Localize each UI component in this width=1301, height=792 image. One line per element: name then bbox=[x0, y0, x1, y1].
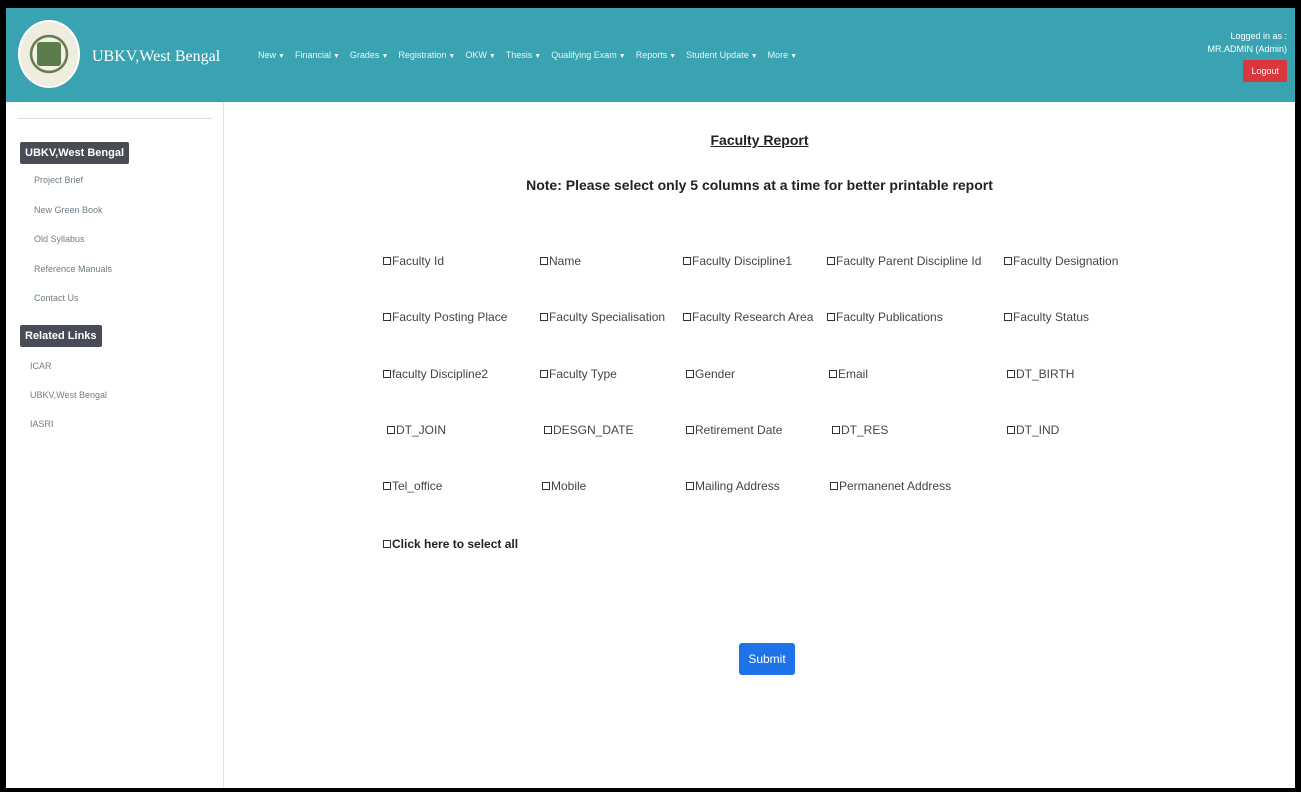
nav-new[interactable]: New ▼ bbox=[258, 50, 285, 60]
option-faculty-research-area[interactable]: Faculty Research Area bbox=[683, 310, 813, 324]
nav-reports[interactable]: Reports ▼ bbox=[636, 50, 676, 60]
checkbox[interactable] bbox=[686, 426, 694, 434]
checkbox[interactable] bbox=[1007, 426, 1015, 434]
sidebar-heading-related-links: Related Links bbox=[20, 325, 102, 347]
sidebar-link-icar[interactable]: ICAR bbox=[30, 361, 52, 371]
checkbox[interactable] bbox=[683, 313, 691, 321]
option-faculty-status[interactable]: Faculty Status bbox=[1004, 310, 1089, 324]
sidebar-link-new-green-book[interactable]: New Green Book bbox=[34, 205, 103, 215]
checkbox[interactable] bbox=[686, 482, 694, 490]
caret-down-icon: ▼ bbox=[332, 53, 340, 60]
brand-name[interactable]: UBKV,West Bengal bbox=[92, 48, 220, 66]
caret-down-icon: ▼ bbox=[278, 53, 285, 60]
logged-in-label: Logged in as : bbox=[1230, 31, 1287, 41]
checkbox[interactable] bbox=[1007, 370, 1015, 378]
option-faculty-specialisation[interactable]: Faculty Specialisation bbox=[540, 310, 665, 324]
checkbox[interactable] bbox=[829, 370, 837, 378]
checkbox[interactable] bbox=[683, 257, 691, 265]
option-permanenet-address[interactable]: Permanenet Address bbox=[830, 479, 951, 493]
sidebar-divider bbox=[18, 118, 212, 119]
checkbox[interactable] bbox=[540, 257, 548, 265]
option-faculty-discipline2[interactable]: faculty Discipline2 bbox=[383, 367, 488, 381]
main-content: Faculty Report Note: Please select only … bbox=[224, 102, 1295, 788]
sidebar-link-project-brief[interactable]: Project Brief bbox=[34, 175, 83, 185]
caret-down-icon: ▼ bbox=[448, 53, 456, 60]
university-logo-icon bbox=[18, 20, 80, 88]
checkbox[interactable] bbox=[544, 426, 552, 434]
option-mobile[interactable]: Mobile bbox=[542, 479, 586, 493]
option-faculty-publications[interactable]: Faculty Publications bbox=[827, 310, 943, 324]
caret-down-icon: ▼ bbox=[488, 53, 496, 60]
option-dt-res[interactable]: DT_RES bbox=[832, 423, 888, 437]
checkbox[interactable] bbox=[540, 370, 548, 378]
checkbox[interactable] bbox=[383, 370, 391, 378]
checkbox[interactable] bbox=[383, 313, 391, 321]
option-faculty-parent-discipline-id[interactable]: Faculty Parent Discipline Id bbox=[827, 254, 981, 268]
nav-okw[interactable]: OKW ▼ bbox=[465, 50, 495, 60]
checkbox[interactable] bbox=[686, 370, 694, 378]
checkbox[interactable] bbox=[832, 426, 840, 434]
checkbox[interactable] bbox=[383, 257, 391, 265]
option-faculty-type[interactable]: Faculty Type bbox=[540, 367, 617, 381]
nav-financial[interactable]: Financial ▼ bbox=[295, 50, 340, 60]
caret-down-icon: ▼ bbox=[790, 53, 798, 60]
login-info: Logged in as : MR.ADMIN (Admin) Logout bbox=[1207, 30, 1287, 82]
checkbox[interactable] bbox=[387, 426, 395, 434]
sidebar-link-old-syllabus[interactable]: Old Syllabus bbox=[34, 234, 85, 244]
logout-button[interactable]: Logout bbox=[1243, 60, 1287, 82]
caret-down-icon: ▼ bbox=[618, 53, 626, 60]
main-nav: New ▼ Financial ▼ Grades ▼ Registration ▼ OK… bbox=[258, 50, 797, 60]
user-name: MR.ADMIN (Admin) bbox=[1207, 44, 1287, 54]
caret-down-icon: ▼ bbox=[534, 53, 542, 60]
caret-down-icon: ▼ bbox=[750, 53, 758, 60]
app-window: UBKV,West Bengal New ▼ Financial ▼ Grades ▼… bbox=[6, 8, 1295, 788]
option-dt-ind[interactable]: DT_IND bbox=[1007, 423, 1059, 437]
sidebar-link-iasri[interactable]: IASRI bbox=[30, 419, 54, 429]
option-desgn-date[interactable]: DESGN_DATE bbox=[544, 423, 633, 437]
checkbox[interactable] bbox=[827, 257, 835, 265]
select-all-option[interactable]: Click here to select all bbox=[383, 537, 518, 551]
nav-registration[interactable]: Registration ▼ bbox=[398, 50, 455, 60]
option-gender[interactable]: Gender bbox=[686, 367, 735, 381]
checkbox[interactable] bbox=[830, 482, 838, 490]
option-mailing-address[interactable]: Mailing Address bbox=[686, 479, 780, 493]
caret-down-icon: ▼ bbox=[381, 53, 389, 60]
sidebar-heading-ubkv: UBKV,West Bengal bbox=[20, 142, 130, 164]
checkbox[interactable] bbox=[1004, 257, 1012, 265]
nav-student-update[interactable]: Student Update ▼ bbox=[686, 50, 758, 60]
option-retirement-date[interactable]: Retirement Date bbox=[686, 423, 782, 437]
nav-qualifying-exam[interactable]: Qualifying Exam ▼ bbox=[551, 50, 625, 60]
sidebar-link-ubkv[interactable]: UBKV,West Bengal bbox=[30, 390, 107, 400]
page-title: Faculty Report bbox=[710, 132, 809, 148]
option-faculty-id[interactable]: Faculty Id bbox=[383, 254, 444, 268]
checkbox[interactable] bbox=[1004, 313, 1012, 321]
option-faculty-posting-place[interactable]: Faculty Posting Place bbox=[383, 310, 507, 324]
checkbox[interactable] bbox=[383, 540, 391, 548]
option-tel-office[interactable]: Tel_office bbox=[383, 479, 442, 493]
caret-down-icon: ▼ bbox=[669, 53, 677, 60]
nav-more[interactable]: More ▼ bbox=[768, 50, 797, 60]
note-text: Note: Please select only 5 columns at a … bbox=[526, 177, 993, 193]
nav-thesis[interactable]: Thesis ▼ bbox=[506, 50, 541, 60]
checkbox[interactable] bbox=[540, 313, 548, 321]
sidebar-link-reference-manuals[interactable]: Reference Manuals bbox=[34, 264, 112, 274]
option-faculty-discipline1[interactable]: Faculty Discipline1 bbox=[683, 254, 792, 268]
top-header: UBKV,West Bengal New ▼ Financial ▼ Grades ▼… bbox=[6, 8, 1295, 102]
option-faculty-designation[interactable]: Faculty Designation bbox=[1004, 254, 1118, 268]
checkbox[interactable] bbox=[827, 313, 835, 321]
sidebar-link-contact-us[interactable]: Contact Us bbox=[34, 293, 79, 303]
submit-button[interactable]: Submit bbox=[739, 643, 795, 675]
option-dt-join[interactable]: DT_JOIN bbox=[387, 423, 446, 437]
checkbox[interactable] bbox=[542, 482, 550, 490]
option-name[interactable]: Name bbox=[540, 254, 581, 268]
option-email[interactable]: Email bbox=[829, 367, 868, 381]
nav-grades[interactable]: Grades ▼ bbox=[350, 50, 388, 60]
sidebar: UBKV,West Bengal Project Brief New Green… bbox=[6, 102, 224, 788]
option-dt-birth[interactable]: DT_BIRTH bbox=[1007, 367, 1074, 381]
checkbox[interactable] bbox=[383, 482, 391, 490]
